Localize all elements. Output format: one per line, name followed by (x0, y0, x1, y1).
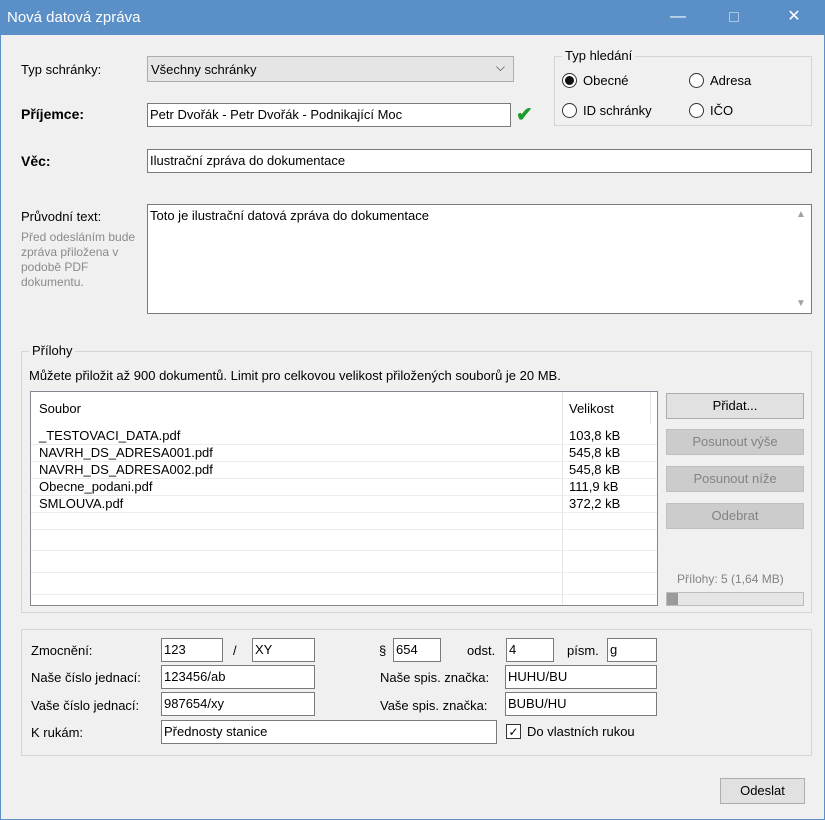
vase-cj-input[interactable]: 987654/xy (161, 692, 315, 716)
nase-sz-input[interactable]: HUHU/BU (505, 665, 657, 689)
typ-schranky-value: Všechny schránky (151, 62, 257, 77)
table-row[interactable]: NAVRH_DS_ADRESA001.pdf 545,8 kB (31, 445, 657, 462)
pridat-button[interactable]: Přidat... (666, 393, 804, 419)
nase-cj-label: Naše číslo jednací: (31, 670, 141, 685)
zmocneni-label: Zmocnění: (31, 643, 93, 658)
scroll-down-icon[interactable]: ▼ (796, 298, 806, 309)
prilohy-info: Můžete přiložit až 900 dokumentů. Limit … (29, 368, 561, 383)
row-gridline (31, 512, 657, 513)
prijemce-label: Příjemce: (21, 106, 85, 122)
table-row[interactable]: NAVRH_DS_ADRESA002.pdf 545,8 kB (31, 462, 657, 479)
radio-obecne[interactable]: Obecné (562, 73, 629, 88)
prilohy-usage-bar (666, 592, 804, 606)
zmocneni-slash: / (233, 643, 237, 658)
prilohy-summary: Přílohy: 5 (1,64 MB) (677, 572, 784, 586)
maximize-icon (729, 11, 739, 22)
odebrat-button[interactable]: Odebrat (666, 503, 804, 529)
pruvodni-text-label: Průvodní text: (21, 209, 102, 224)
prijemce-input[interactable]: Petr Dvořák - Petr Dvořák - Podnikající … (147, 103, 511, 127)
row-gridline (31, 529, 657, 530)
k-rukam-input[interactable]: Přednosty stanice (161, 720, 497, 744)
row-gridline (31, 461, 657, 462)
typ-hledani-legend: Typ hledání (562, 48, 636, 63)
close-button[interactable]: ✕ (771, 1, 817, 35)
vec-input[interactable]: Ilustrační zpráva do dokumentace (147, 149, 812, 173)
row-gridline (31, 495, 657, 496)
radio-ico[interactable]: IČO (689, 103, 733, 118)
odst-input[interactable]: 4 (506, 638, 554, 662)
minimize-button[interactable]: — (655, 1, 701, 35)
window-title: Nová datová zpráva (7, 9, 141, 26)
nase-cj-input[interactable]: 123456/ab (161, 665, 315, 689)
row-gridline (31, 444, 657, 445)
maximize-button[interactable] (711, 1, 757, 35)
check-icon: ✔ (516, 104, 533, 126)
zmocneni-suffix-input[interactable]: XY (252, 638, 315, 662)
pruvodni-text-area[interactable]: Toto je ilustrační datová zpráva do doku… (147, 204, 812, 314)
vase-sz-label: Vaše spis. značka: (380, 698, 488, 713)
do-vlastnich-rukou-checkbox[interactable]: ✓ Do vlastních rukou (506, 724, 635, 739)
checkmark-icon: ✓ (506, 724, 521, 739)
odeslat-button[interactable]: Odeslat (720, 778, 805, 804)
pism-label: písm. (567, 643, 599, 658)
pruvodni-text-hint: Před odesláním bude zpráva přiložena v p… (21, 230, 136, 289)
pruvodni-text-value: Toto je ilustrační datová zpráva do doku… (150, 208, 429, 223)
row-gridline (31, 550, 657, 551)
table-header: Soubor Velikost (31, 392, 657, 424)
radio-icon (689, 73, 704, 88)
paragraf-label: § (379, 643, 387, 658)
vase-cj-label: Vaše číslo jednací: (31, 698, 140, 713)
vec-label: Věc: (21, 153, 51, 169)
radio-icon (562, 103, 577, 118)
posunout-nize-button[interactable]: Posunout níže (666, 466, 804, 492)
column-velikost[interactable]: Velikost (569, 401, 614, 416)
radio-icon (689, 103, 704, 118)
paragraf-input[interactable]: 654 (393, 638, 441, 662)
vase-sz-input[interactable]: BUBU/HU (505, 692, 657, 716)
posunout-vyse-button[interactable]: Posunout výše (666, 429, 804, 455)
dialog-window: Nová datová zpráva — ✕ Typ schránky: Vše… (0, 0, 825, 820)
table-row[interactable]: Obecne_podani.pdf 111,9 kB (31, 479, 657, 496)
prilohy-usage-fill (667, 593, 679, 605)
prilohy-table: Soubor Velikost _TESTOVACI_DATA.pdf 103,8… (30, 391, 658, 606)
zmocneni-input[interactable]: 123 (161, 638, 223, 662)
scroll-up-icon[interactable]: ▲ (796, 209, 806, 220)
table-row[interactable]: _TESTOVACI_DATA.pdf 103,8 kB (31, 428, 657, 445)
textarea-scrollbar[interactable]: ▲ ▼ (794, 205, 811, 313)
row-gridline (31, 594, 657, 595)
k-rukam-label: K rukám: (31, 725, 84, 740)
typ-schranky-select[interactable]: Všechny schránky ⌵ (147, 56, 514, 82)
odst-label: odst. (467, 643, 496, 658)
nase-sz-label: Naše spis. značka: (380, 670, 490, 685)
radio-id-schranky[interactable]: ID schránky (562, 103, 652, 118)
column-soubor[interactable]: Soubor (39, 401, 81, 416)
prilohy-legend: Přílohy (29, 343, 76, 358)
pism-input[interactable]: g (607, 638, 657, 662)
radio-selected-icon (562, 73, 577, 88)
chevron-down-icon: ⌵ (495, 60, 505, 74)
radio-adresa[interactable]: Adresa (689, 73, 751, 88)
title-bar: Nová datová zpráva — ✕ (1, 1, 824, 35)
table-row[interactable]: SMLOUVA.pdf 372,2 kB (31, 496, 657, 513)
column-separator (650, 392, 651, 424)
typ-schranky-label: Typ schránky: (21, 62, 102, 77)
row-gridline (31, 478, 657, 479)
row-gridline (31, 572, 657, 573)
